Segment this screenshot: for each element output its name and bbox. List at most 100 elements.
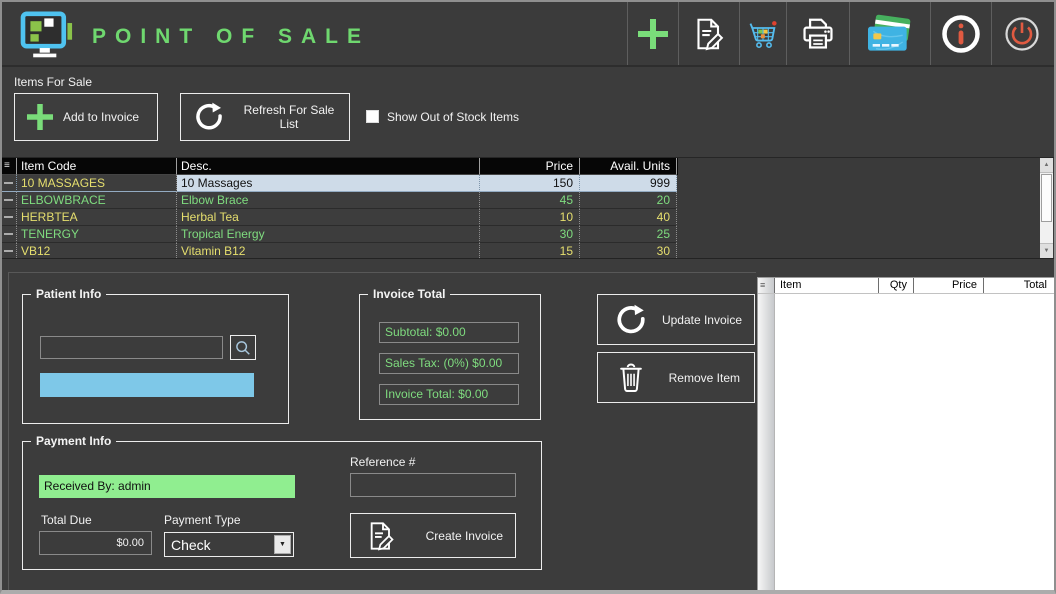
cell-desc[interactable]: Tropical Energy	[177, 226, 480, 243]
refresh-for-sale-list-button[interactable]: Refresh For Sale List	[180, 93, 350, 141]
items-for-sale-table: Item Code Desc. Price Avail. Units 10 MA…	[2, 157, 1054, 259]
payment-type-value: Check	[165, 537, 274, 553]
items-table-scrollbar[interactable]	[1040, 158, 1053, 258]
cell-price[interactable]: 150	[480, 175, 580, 192]
table-row[interactable]: VB12Vitamin B121530	[2, 243, 678, 259]
column-header-price[interactable]: Price	[480, 158, 580, 175]
create-invoice-button[interactable]: Create Invoice	[350, 513, 516, 558]
cell-price[interactable]: 10	[480, 209, 580, 226]
invoice-items-table[interactable]: Item Qty Price Total	[757, 277, 1056, 591]
column-header-price[interactable]: Price	[914, 278, 984, 293]
table-row[interactable]: 10 MASSAGES10 Massages150999	[2, 175, 678, 192]
total-due-field[interactable]: $0.00	[39, 531, 152, 555]
total-due-label: Total Due	[41, 513, 92, 527]
cell-desc[interactable]: 10 Massages	[177, 175, 480, 192]
payment-info-groupbox: Payment Info Received By: admin Total Du…	[22, 441, 542, 570]
scrollbar-thumb[interactable]	[1041, 174, 1052, 222]
toolbar-edit-invoice-button[interactable]	[678, 2, 739, 65]
refresh-icon	[614, 303, 648, 337]
cell-units[interactable]: 999	[580, 175, 677, 192]
create-invoice-label: Create Invoice	[426, 529, 503, 543]
items-table-body: 10 MASSAGES10 Massages150999ELBOWBRACEEl…	[2, 175, 678, 259]
payment-type-label: Payment Type	[164, 513, 241, 527]
table-row[interactable]: TENERGYTropical Energy3025	[2, 226, 678, 243]
cell-price[interactable]: 30	[480, 226, 580, 243]
app-logo-monitor-icon	[18, 11, 78, 61]
trash-icon	[616, 362, 646, 394]
cell-code[interactable]: VB12	[17, 243, 177, 259]
table-row[interactable]: ELBOWBRACEElbow Brace4520	[2, 192, 678, 209]
invoice-total-legend: Invoice Total	[368, 287, 450, 301]
toolbar-add-button[interactable]	[627, 2, 678, 65]
cell-desc[interactable]: Vitamin B12	[177, 243, 480, 259]
table-row[interactable]: HERBTEAHerbal Tea1040	[2, 209, 678, 226]
column-header-item-code[interactable]: Item Code	[17, 158, 177, 175]
column-header-desc[interactable]: Desc.	[177, 158, 480, 175]
row-selector[interactable]	[2, 226, 17, 243]
app-title: POINT OF SALE	[92, 25, 370, 49]
items-for-sale-label: Items For Sale	[14, 75, 92, 89]
cell-desc[interactable]: Elbow Brace	[177, 192, 480, 209]
show-out-of-stock-checkbox[interactable]	[366, 110, 379, 123]
row-header-corner	[2, 158, 17, 175]
row-selector[interactable]	[2, 192, 17, 209]
row-marker-icon	[4, 216, 13, 218]
cell-code[interactable]: HERBTEA	[17, 209, 177, 226]
invoice-total-box: Invoice Total: $0.00	[379, 384, 519, 405]
panel-edge	[8, 272, 9, 590]
cell-units[interactable]: 20	[580, 192, 677, 209]
toolbar	[627, 2, 1052, 65]
received-by-field: Received By: admin	[39, 475, 295, 498]
column-header-qty[interactable]: Qty	[879, 278, 914, 293]
cell-desc[interactable]: Herbal Tea	[177, 209, 480, 226]
cell-price[interactable]: 45	[480, 192, 580, 209]
reference-input[interactable]	[350, 473, 516, 497]
column-header-avail-units[interactable]: Avail. Units	[580, 158, 677, 175]
remove-item-label: Remove Item	[669, 371, 740, 385]
cell-units[interactable]: 25	[580, 226, 677, 243]
update-invoice-label: Update Invoice	[662, 313, 742, 327]
column-header-total[interactable]: Total	[984, 278, 1053, 293]
document-pencil-icon	[365, 520, 397, 552]
cell-units[interactable]: 40	[580, 209, 677, 226]
toolbar-print-button[interactable]	[786, 2, 849, 65]
plus-icon	[25, 102, 55, 132]
pos-window: POINT OF SALE	[0, 0, 1056, 594]
scroll-down-icon[interactable]	[1040, 243, 1053, 258]
row-selector[interactable]	[2, 243, 17, 259]
toolbar-info-button[interactable]	[930, 2, 991, 65]
payment-type-dropdown[interactable]: Check	[164, 532, 294, 557]
cell-code[interactable]: ELBOWBRACE	[17, 192, 177, 209]
show-out-of-stock-label: Show Out of Stock Items	[387, 110, 519, 124]
search-icon	[234, 339, 252, 357]
document-pencil-icon	[691, 16, 727, 52]
add-to-invoice-button[interactable]: Add to Invoice	[14, 93, 158, 141]
patient-search-button[interactable]	[230, 335, 256, 360]
toolbar-payment-cards-button[interactable]	[849, 2, 930, 65]
toolbar-power-button[interactable]	[991, 2, 1052, 65]
chevron-down-icon[interactable]	[274, 535, 291, 554]
credit-cards-icon	[864, 14, 916, 54]
update-invoice-button[interactable]: Update Invoice	[597, 294, 755, 345]
cell-code[interactable]: TENERGY	[17, 226, 177, 243]
cell-code[interactable]: 10 MASSAGES	[17, 175, 177, 192]
toolbar-cart-button[interactable]	[739, 2, 786, 65]
remove-item-button[interactable]: Remove Item	[597, 352, 755, 403]
row-marker-icon	[4, 250, 13, 252]
add-to-invoice-label: Add to Invoice	[63, 110, 139, 124]
cart-icon	[747, 18, 779, 50]
printer-icon	[799, 15, 837, 53]
scroll-up-icon[interactable]	[1040, 158, 1053, 173]
payment-info-legend: Payment Info	[31, 434, 116, 448]
cell-units[interactable]: 30	[580, 243, 677, 259]
patient-search-input[interactable]	[40, 336, 223, 359]
cell-price[interactable]: 15	[480, 243, 580, 259]
refresh-icon	[193, 101, 225, 133]
refresh-label: Refresh For Sale List	[235, 103, 343, 131]
row-selector[interactable]	[2, 175, 17, 192]
subtotal-box: Subtotal: $0.00	[379, 322, 519, 343]
patient-name-highlight	[40, 373, 254, 397]
invoice-total-groupbox: Invoice Total Subtotal: $0.00 Sales Tax:…	[359, 294, 541, 420]
column-header-item[interactable]: Item	[775, 278, 879, 293]
row-selector[interactable]	[2, 209, 17, 226]
